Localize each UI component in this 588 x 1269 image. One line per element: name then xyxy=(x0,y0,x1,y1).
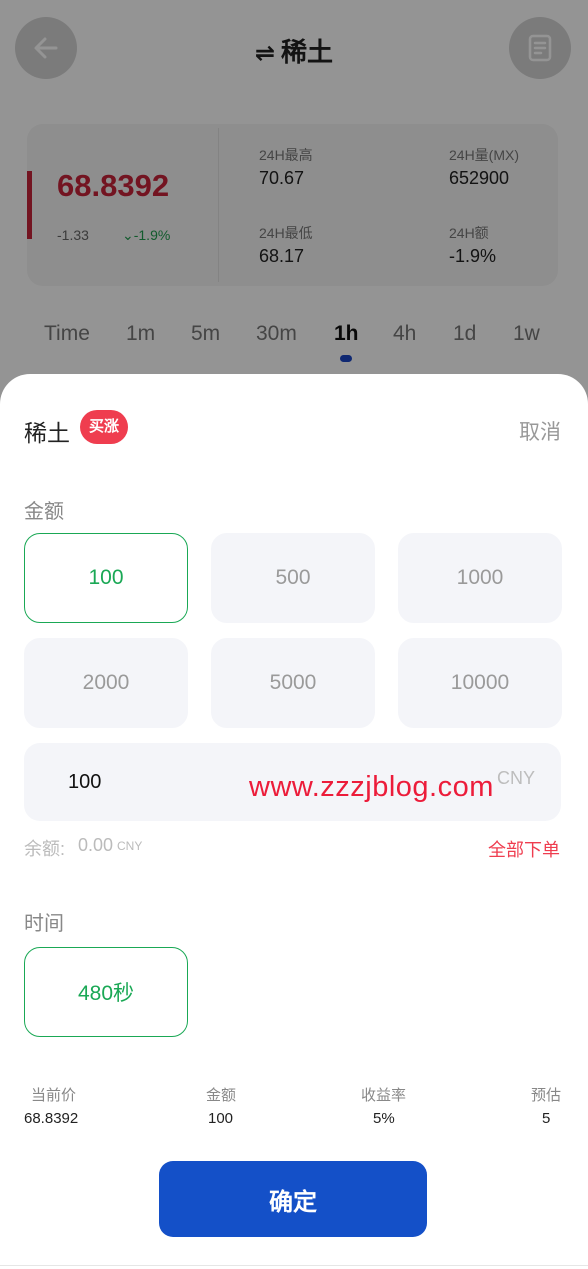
amount-option-5000[interactable]: 5000 xyxy=(211,638,375,728)
amount-input-unit: CNY xyxy=(497,768,536,788)
summary-price-value: 68.8392 xyxy=(24,1110,79,1127)
amount-section-label: 金额 xyxy=(24,501,64,523)
amount-option-100[interactable]: 100 xyxy=(24,533,188,623)
bottom-divider xyxy=(0,1265,588,1266)
summary-estimate-label: 预估 xyxy=(531,1087,562,1104)
sheet-title: 稀土 xyxy=(24,420,70,446)
cancel-button[interactable]: 取消 xyxy=(519,416,561,446)
balance-value: 0.00 xyxy=(78,835,114,855)
summary-amount-value: 100 xyxy=(208,1110,234,1127)
order-all-link[interactable]: 全部下单 xyxy=(488,836,560,862)
time-section-label: 时间 xyxy=(24,913,64,935)
amount-option-2000[interactable]: 2000 xyxy=(24,638,188,728)
summary-rate-value: 5% xyxy=(373,1110,395,1127)
confirm-button[interactable]: 确定 xyxy=(159,1161,427,1237)
summary-price-label: 当前价 xyxy=(31,1087,77,1104)
amount-option-1000[interactable]: 1000 xyxy=(398,533,562,623)
summary-estimate-value: 5 xyxy=(542,1110,551,1127)
time-option-480s[interactable]: 480秒 xyxy=(24,947,188,1037)
watermark-text: www.zzzjblog.com xyxy=(249,771,494,803)
amount-option-10000[interactable]: 10000 xyxy=(398,638,562,728)
summary-rate-label: 收益率 xyxy=(361,1087,407,1104)
amount-option-500[interactable]: 500 xyxy=(211,533,375,623)
direction-badge: 买涨 xyxy=(80,410,129,444)
summary-amount-label: 金额 xyxy=(206,1087,237,1104)
balance-label: 余额: xyxy=(24,839,66,859)
balance-unit: CNY xyxy=(117,839,143,853)
order-sheet: 稀土 买涨 取消 金额 100 500 1000 2000 5000 10000… xyxy=(0,374,588,1269)
